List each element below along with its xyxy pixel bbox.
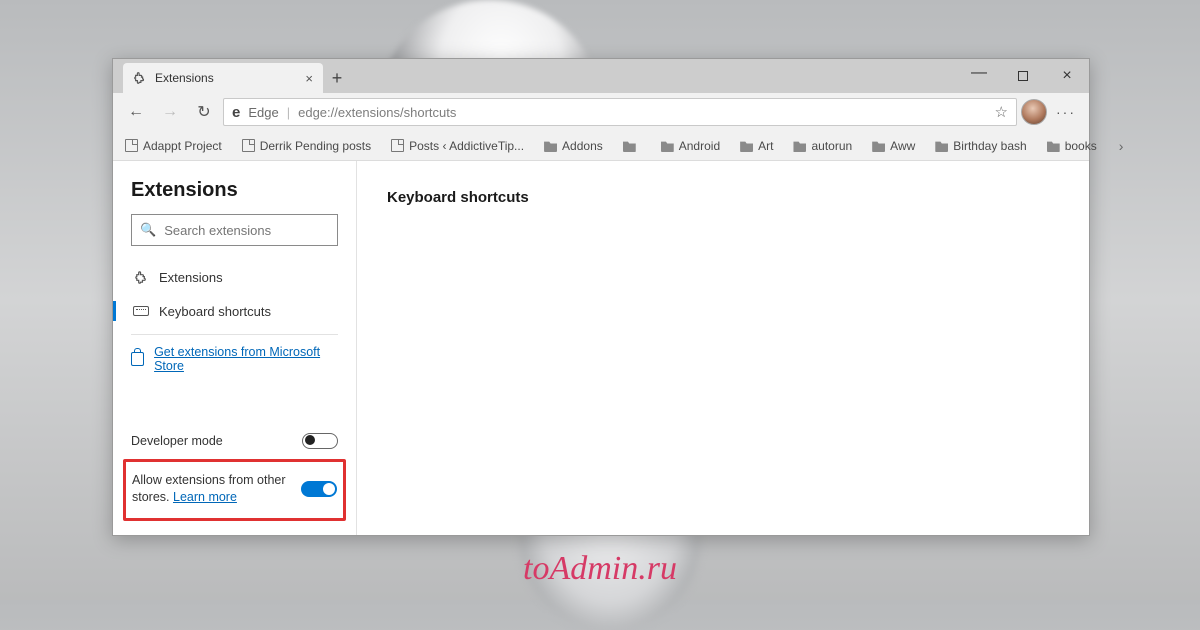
- sidebar-item-extensions[interactable]: Extensions: [131, 260, 338, 294]
- minimize-button[interactable]: —: [957, 59, 1001, 93]
- microsoft-store-link-row: Get extensions from Microsoft Store: [131, 345, 338, 373]
- bookmark-item[interactable]: [615, 134, 649, 158]
- developer-mode-row: Developer mode: [131, 423, 338, 459]
- divider: [131, 334, 338, 335]
- forward-button[interactable]: →: [155, 97, 185, 127]
- bookmarks-bar: Adappt Project Derrik Pending posts Post…: [113, 131, 1089, 161]
- developer-mode-toggle[interactable]: [302, 433, 338, 449]
- window-controls: — ×: [957, 59, 1089, 93]
- bookmark-label: autorun: [811, 139, 852, 153]
- extension-puzzle-icon: [133, 269, 149, 285]
- bookmark-label: Addons: [562, 139, 603, 153]
- watermark-text: toAdmin.ru: [523, 550, 677, 588]
- bookmark-label: Aww: [890, 139, 915, 153]
- learn-more-link[interactable]: Learn more: [173, 490, 237, 504]
- address-bar[interactable]: e Edge | edge://extensions/shortcuts ☆: [223, 98, 1017, 126]
- developer-mode-label: Developer mode: [131, 434, 223, 448]
- bookmark-item[interactable]: autorun: [785, 134, 860, 158]
- bookmark-item[interactable]: Android: [653, 134, 728, 158]
- folder-icon: [935, 139, 948, 152]
- refresh-button[interactable]: ↻: [189, 97, 219, 127]
- allow-other-stores-row: Allow extensions from other stores. Lear…: [132, 464, 337, 514]
- bookmark-label: Birthday bash: [953, 139, 1026, 153]
- nav-label: Extensions: [159, 270, 223, 285]
- back-button[interactable]: ←: [121, 97, 151, 127]
- bookmark-label: Android: [679, 139, 720, 153]
- address-scheme-label: Edge: [248, 105, 278, 120]
- sidebar-nav: Extensions Keyboard shortcuts: [131, 260, 338, 328]
- extensions-sidebar: Extensions 🔍 Extensions Keyboard shortcu: [113, 161, 357, 535]
- page-icon: [391, 139, 404, 152]
- tab-close-icon[interactable]: ×: [305, 71, 313, 86]
- folder-icon: [544, 139, 557, 152]
- browser-window: Extensions × + — × ← → ↻ e Edge | edge:/…: [112, 58, 1090, 536]
- bookmark-item[interactable]: Derrik Pending posts: [234, 134, 379, 158]
- new-tab-button[interactable]: +: [323, 63, 351, 93]
- bookmark-item[interactable]: Adappt Project: [117, 134, 230, 158]
- keyboard-icon: [133, 303, 149, 319]
- more-menu-button[interactable]: ···: [1051, 104, 1081, 120]
- search-input[interactable]: [164, 223, 340, 238]
- page-icon: [242, 139, 255, 152]
- extension-puzzle-icon: [133, 71, 147, 85]
- bookmark-item[interactable]: Posts ‹ AddictiveTip...: [383, 134, 532, 158]
- page-title: Extensions: [131, 179, 338, 202]
- address-url: edge://extensions/shortcuts: [298, 105, 456, 120]
- allow-other-stores-toggle[interactable]: [301, 481, 337, 497]
- folder-icon: [623, 139, 636, 152]
- address-separator: |: [287, 105, 290, 120]
- bookmark-item[interactable]: books: [1039, 134, 1105, 158]
- folder-icon: [661, 139, 674, 152]
- folder-icon: [740, 139, 753, 152]
- folder-icon: [872, 139, 885, 152]
- bookmark-item[interactable]: Aww: [864, 134, 923, 158]
- bookmark-label: Derrik Pending posts: [260, 139, 371, 153]
- bookmarks-overflow-button[interactable]: ›: [1109, 138, 1134, 154]
- main-panel: Keyboard shortcuts: [357, 161, 1089, 535]
- profile-avatar[interactable]: [1021, 99, 1047, 125]
- bookmark-item[interactable]: Addons: [536, 134, 611, 158]
- bookmark-label: Adappt Project: [143, 139, 222, 153]
- main-heading: Keyboard shortcuts: [387, 189, 1059, 206]
- bookmark-item[interactable]: Art: [732, 134, 781, 158]
- microsoft-store-link[interactable]: Get extensions from Microsoft Store: [154, 345, 338, 373]
- search-extensions-box[interactable]: 🔍: [131, 214, 338, 246]
- edge-logo-icon: e: [232, 104, 240, 121]
- bookmark-item[interactable]: Birthday bash: [927, 134, 1034, 158]
- maximize-button[interactable]: [1001, 59, 1045, 93]
- bookmark-label: books: [1065, 139, 1097, 153]
- favorite-star-icon[interactable]: ☆: [995, 103, 1008, 121]
- page-content: Extensions 🔍 Extensions Keyboard shortcu: [113, 161, 1089, 535]
- folder-icon: [793, 139, 806, 152]
- nav-label: Keyboard shortcuts: [159, 304, 271, 319]
- bookmark-label: Art: [758, 139, 773, 153]
- sidebar-item-keyboard-shortcuts[interactable]: Keyboard shortcuts: [131, 294, 338, 328]
- folder-icon: [1047, 139, 1060, 152]
- titlebar: Extensions × + — ×: [113, 59, 1089, 93]
- bookmark-label: Posts ‹ AddictiveTip...: [409, 139, 524, 153]
- store-bag-icon: [131, 352, 144, 366]
- toolbar: ← → ↻ e Edge | edge://extensions/shortcu…: [113, 93, 1089, 131]
- search-icon: 🔍: [140, 222, 156, 238]
- browser-tab[interactable]: Extensions ×: [123, 63, 323, 93]
- tab-title: Extensions: [155, 71, 214, 85]
- annotation-highlight: Allow extensions from other stores. Lear…: [123, 459, 346, 521]
- page-icon: [125, 139, 138, 152]
- close-window-button[interactable]: ×: [1045, 59, 1089, 93]
